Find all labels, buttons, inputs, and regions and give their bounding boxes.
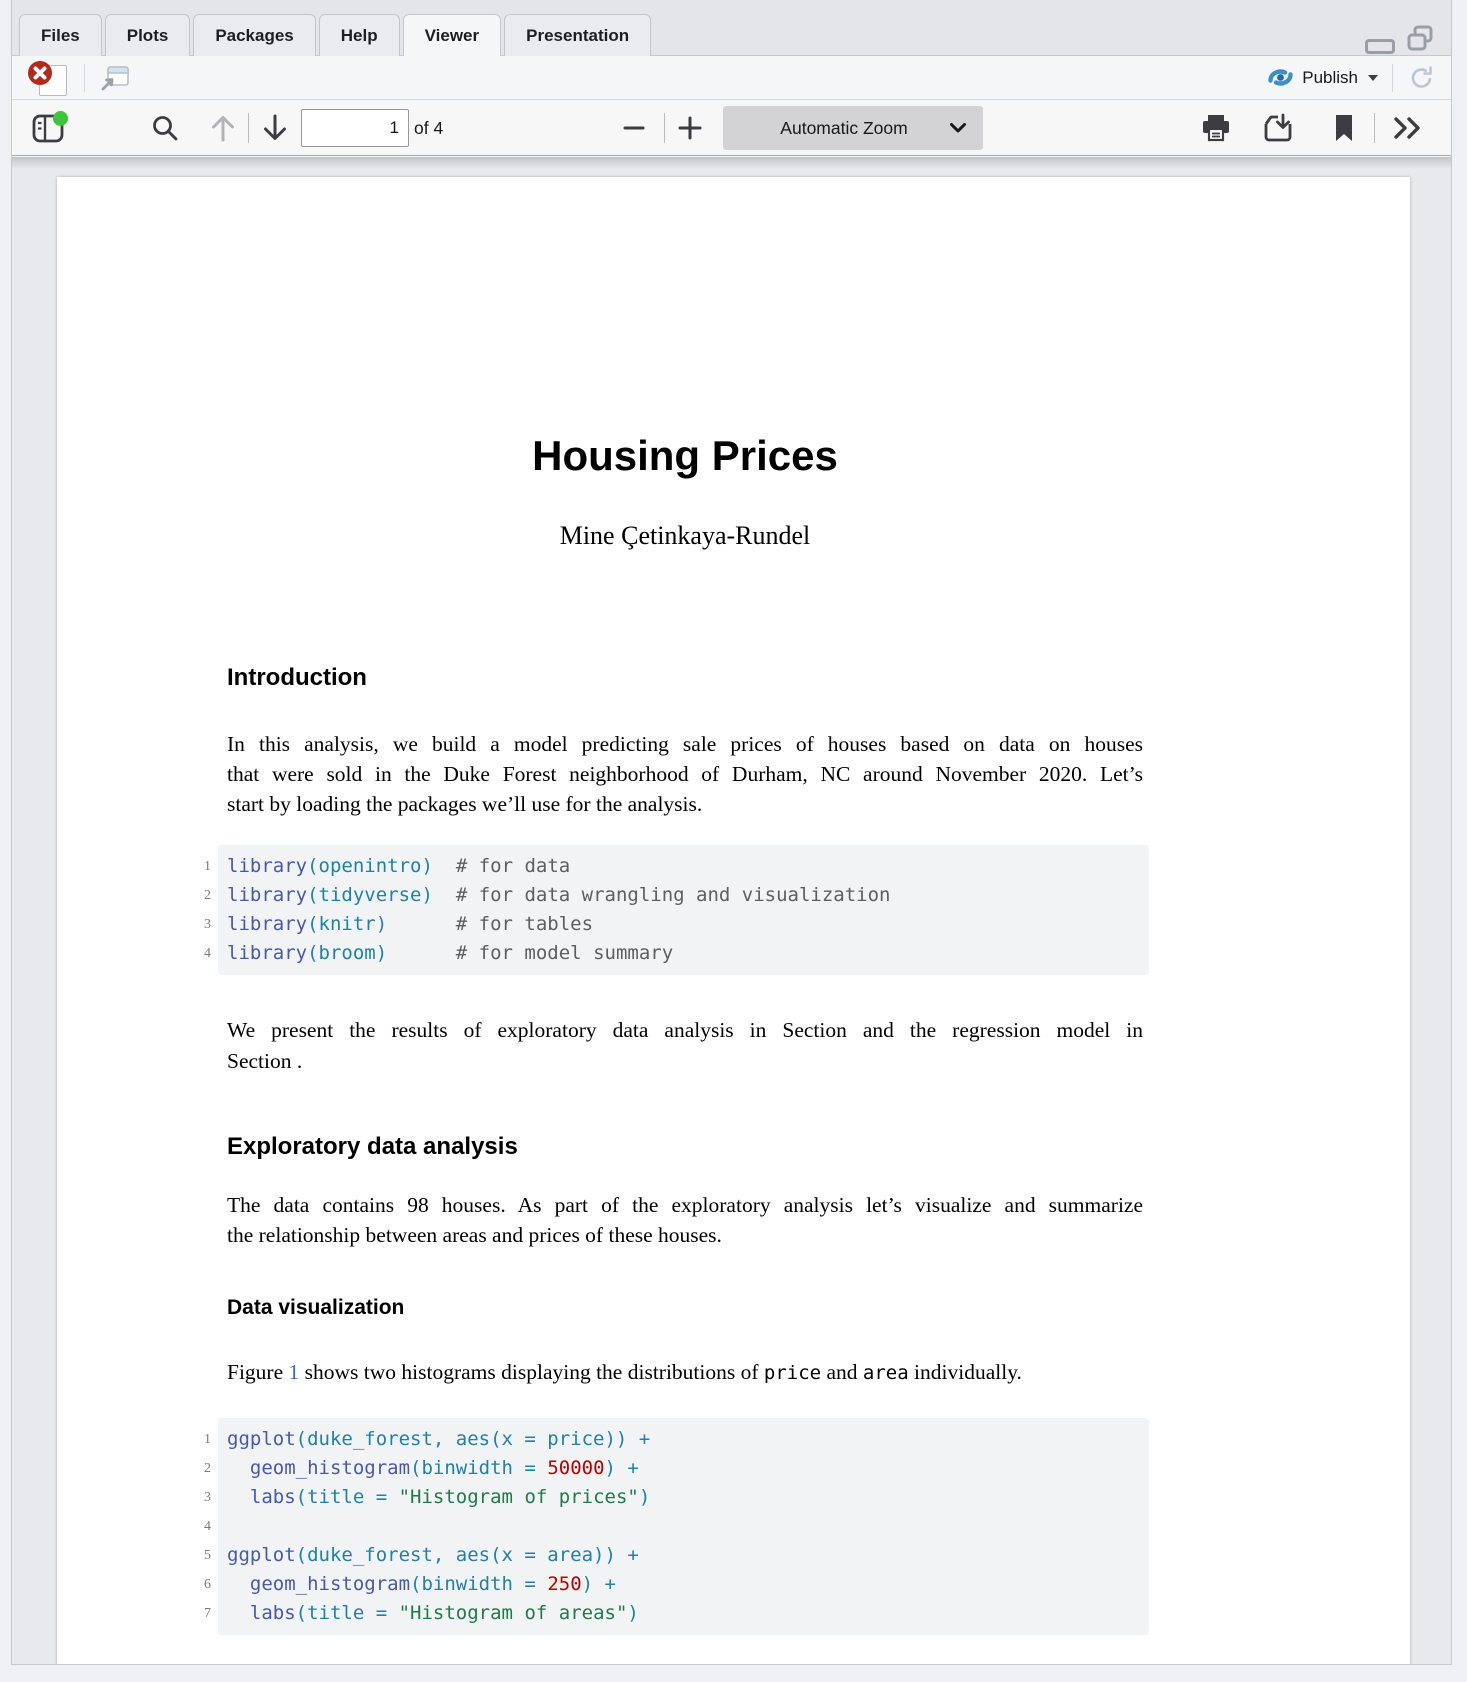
- zoom-select[interactable]: Automatic Zoom: [723, 106, 983, 150]
- line-number: 4: [177, 1512, 211, 1541]
- viewer-toolbar: Publish: [12, 56, 1451, 100]
- text-line: We present the results of exploratory da…: [227, 1015, 1143, 1046]
- code-block-libraries: 1library(openintro) # for data 2library(…: [218, 845, 1149, 975]
- paragraph-eda: The data contains 98 houses. As part of …: [227, 1190, 1143, 1250]
- refresh-button[interactable]: [1407, 63, 1437, 93]
- minimize-icon[interactable]: [1365, 39, 1395, 54]
- code-line: 7 labs(title = "Histogram of areas"): [227, 1599, 1149, 1628]
- sidebar-toggle-button[interactable]: [31, 100, 67, 156]
- heading-eda: Exploratory data analysis: [227, 1133, 518, 1161]
- sidebar-badge-green-dot: [53, 111, 68, 126]
- line-number: 4: [177, 939, 211, 968]
- paragraph-sections: We present the results of exploratory da…: [227, 1015, 1143, 1077]
- code-line: 3library(knitr) # for tables: [227, 910, 1149, 939]
- refresh-icon: [1407, 63, 1437, 93]
- download-icon: [1262, 113, 1294, 143]
- document-title: Housing Prices: [227, 432, 1143, 480]
- text-line: Figure 1 shows two histograms displaying…: [227, 1357, 1143, 1388]
- plus-icon: [675, 113, 705, 143]
- zoom-out-button[interactable]: [620, 100, 648, 156]
- viewer-pane: Files Plots Packages Help Viewer Present…: [11, 0, 1452, 1665]
- code-block-ggplot: 1ggplot(duke_forest, aes(x = price)) + 2…: [218, 1418, 1149, 1635]
- current-view-button[interactable]: [1332, 100, 1356, 156]
- tab-files[interactable]: Files: [19, 14, 102, 56]
- code-line: 2 geom_histogram(binwidth = 50000) +: [227, 1454, 1149, 1483]
- printer-icon: [1200, 113, 1232, 143]
- publish-button[interactable]: Publish: [1267, 66, 1378, 89]
- line-number: 3: [177, 910, 211, 939]
- toolbar-separator: [664, 113, 665, 143]
- double-chevron-right-icon: [1390, 114, 1424, 142]
- line-number: 2: [177, 881, 211, 910]
- pdf-toolbar: of 4 Automatic Zoom: [12, 100, 1451, 156]
- bookmark-icon: [1332, 113, 1356, 143]
- search-icon: [150, 113, 180, 143]
- line-number: 1: [177, 852, 211, 881]
- find-button[interactable]: [150, 100, 180, 156]
- popout-button[interactable]: [99, 63, 131, 93]
- pdf-page-1: Housing Prices Mine Çetinkaya-Rundel Int…: [57, 177, 1410, 1664]
- zoom-in-button[interactable]: [675, 100, 705, 156]
- text-line: that were sold in the Duke Forest neighb…: [227, 759, 1143, 789]
- download-button[interactable]: [1262, 100, 1294, 156]
- tab-presentation[interactable]: Presentation: [504, 14, 651, 56]
- line-number: 5: [177, 1541, 211, 1570]
- code-line: 5ggplot(duke_forest, aes(x = area)) +: [227, 1541, 1149, 1570]
- more-tools-button[interactable]: [1390, 100, 1424, 156]
- line-number: 3: [177, 1483, 211, 1512]
- chevron-down-icon: [949, 122, 967, 134]
- clear-viewer-button[interactable]: [26, 60, 70, 96]
- code-line: 2library(tidyverse) # for data wrangling…: [227, 881, 1149, 910]
- heading-data-visualization: Data visualization: [227, 1296, 404, 1320]
- restore-icon[interactable]: [1405, 24, 1435, 59]
- code-line: 1library(openintro) # for data: [227, 852, 1149, 881]
- text-line: The data contains 98 houses. As part of …: [227, 1190, 1143, 1220]
- tab-viewer[interactable]: Viewer: [403, 14, 502, 56]
- document-author: Mine Çetinkaya-Rundel: [227, 521, 1143, 551]
- pdf-viewer-area[interactable]: Housing Prices Mine Çetinkaya-Rundel Int…: [12, 157, 1451, 1664]
- text-line: Section .: [227, 1046, 1143, 1077]
- text-line: start by loading the packages we’ll use …: [227, 789, 1143, 819]
- line-number: 2: [177, 1454, 211, 1483]
- code-line: 4: [227, 1512, 1149, 1541]
- publish-icon: [1267, 66, 1294, 89]
- toolbar-separator: [248, 113, 249, 143]
- page-count-label: of 4: [414, 100, 443, 156]
- window-controls: [1365, 24, 1435, 59]
- pane-tab-bar: Files Plots Packages Help Viewer Present…: [12, 0, 1451, 56]
- previous-page-button[interactable]: [208, 100, 238, 156]
- toolbar-separator: [1374, 113, 1375, 143]
- paragraph-introduction: In this analysis, we build a model predi…: [227, 729, 1143, 819]
- text-line: the relationship between areas and price…: [227, 1220, 1143, 1250]
- toolbar-separator: [84, 64, 85, 92]
- page-number-input[interactable]: [301, 109, 409, 147]
- close-icon: [26, 58, 56, 88]
- tab-help[interactable]: Help: [319, 14, 400, 56]
- tab-packages[interactable]: Packages: [193, 14, 315, 56]
- line-number: 1: [177, 1425, 211, 1454]
- minus-icon: [620, 114, 648, 142]
- publish-label: Publish: [1302, 68, 1358, 88]
- open-in-window-icon: [99, 63, 131, 93]
- code-line: 4library(broom) # for model summary: [227, 939, 1149, 968]
- code-line: 1ggplot(duke_forest, aes(x = price)) +: [227, 1425, 1149, 1454]
- print-button[interactable]: [1200, 100, 1232, 156]
- paragraph-figure: Figure 1 shows two histograms displaying…: [227, 1357, 1143, 1388]
- toolbar-separator: [1392, 64, 1393, 92]
- code-line: 6 geom_histogram(binwidth = 250) +: [227, 1570, 1149, 1599]
- line-number: 6: [177, 1570, 211, 1599]
- tab-plots[interactable]: Plots: [105, 14, 191, 56]
- arrow-up-icon: [208, 112, 238, 144]
- publish-caret-icon: [1368, 75, 1378, 81]
- next-page-button[interactable]: [260, 100, 290, 156]
- heading-introduction: Introduction: [227, 664, 367, 692]
- line-number: 7: [177, 1599, 211, 1628]
- text-line: In this analysis, we build a model predi…: [227, 729, 1143, 759]
- arrow-down-icon: [260, 112, 290, 144]
- code-line: 3 labs(title = "Histogram of prices"): [227, 1483, 1149, 1512]
- zoom-select-label: Automatic Zoom: [739, 118, 949, 139]
